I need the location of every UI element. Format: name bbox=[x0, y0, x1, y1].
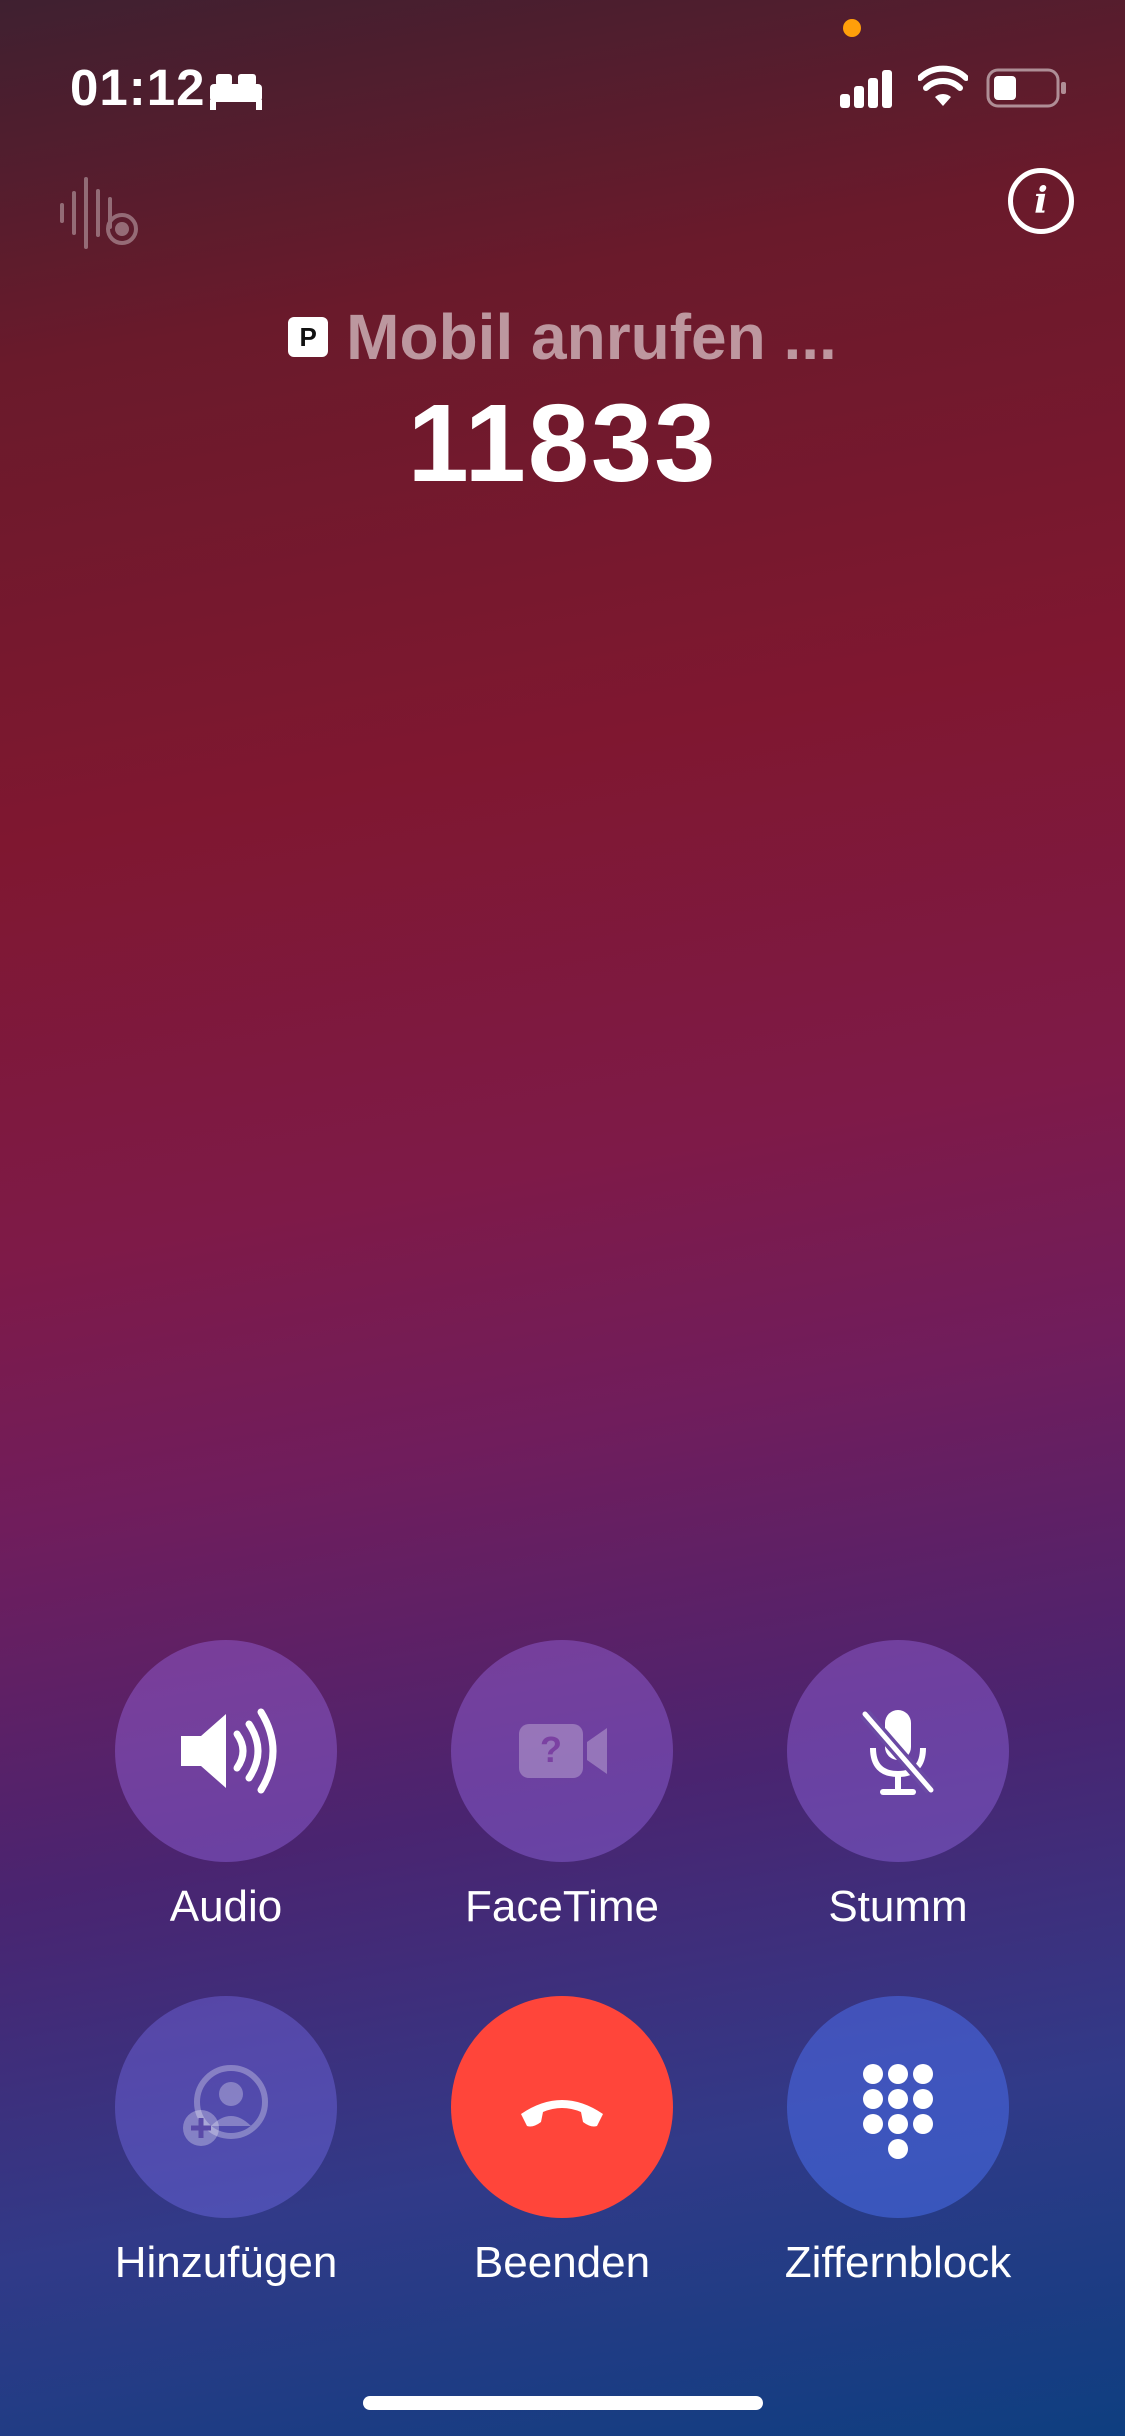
add-call-button[interactable] bbox=[115, 1996, 337, 2218]
facetime-button[interactable]: ? bbox=[451, 1640, 673, 1862]
mute-control[interactable]: Stumm bbox=[728, 1640, 1068, 1932]
video-camera-icon: ? bbox=[519, 1724, 607, 1778]
audio-button[interactable] bbox=[115, 1640, 337, 1862]
audio-label: Audio bbox=[169, 1882, 283, 1931]
keypad-control[interactable]: Ziffernblock bbox=[728, 1996, 1068, 2288]
mute-label: Stumm bbox=[828, 1882, 968, 1931]
svg-text:?: ? bbox=[540, 1729, 562, 1770]
keypad-button[interactable] bbox=[787, 1996, 1009, 2218]
add-person-icon bbox=[183, 2065, 268, 2146]
facetime-control[interactable]: ? FaceTime bbox=[392, 1640, 732, 1932]
audio-control[interactable]: Audio bbox=[56, 1640, 396, 1932]
mic-off-icon bbox=[860, 1710, 936, 1795]
keypad-label: Ziffernblock bbox=[784, 2238, 1012, 2287]
home-indicator[interactable] bbox=[363, 2396, 763, 2410]
keypad-icon bbox=[863, 2064, 933, 2159]
add-call-label: Hinzufügen bbox=[114, 2238, 338, 2287]
add-call-control[interactable]: Hinzufügen bbox=[56, 1996, 396, 2288]
facetime-label: FaceTime bbox=[465, 1882, 659, 1931]
end-call-label: Beenden bbox=[473, 2238, 651, 2287]
call-controls: Audio ? FaceTime Stumm Hinzufügen Beende… bbox=[0, 0, 1125, 2436]
end-call-control[interactable]: Beenden bbox=[392, 1996, 732, 2288]
mute-button[interactable] bbox=[787, 1640, 1009, 1862]
speaker-icon bbox=[181, 1708, 277, 1794]
end-call-icon bbox=[521, 2100, 603, 2127]
end-call-button[interactable] bbox=[451, 1996, 673, 2218]
